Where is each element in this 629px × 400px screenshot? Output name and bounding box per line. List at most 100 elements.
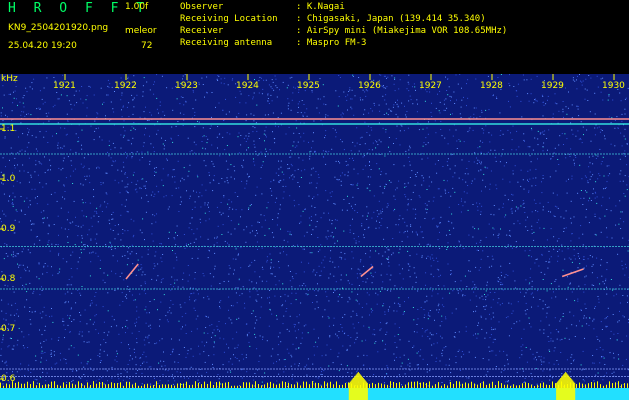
noise-speck bbox=[5, 360, 7, 362]
noise-speck bbox=[325, 236, 327, 238]
noise-speck bbox=[531, 185, 533, 187]
noise-speck bbox=[358, 285, 360, 286]
noise-speck bbox=[292, 92, 294, 94]
noise-speck bbox=[185, 243, 187, 245]
noise-speck bbox=[619, 158, 621, 160]
noise-speck bbox=[535, 185, 537, 186]
noise-speck bbox=[125, 199, 127, 201]
noise-speck bbox=[378, 139, 380, 141]
noise-speck bbox=[343, 113, 344, 115]
noise-speck bbox=[507, 199, 509, 201]
noise-speck bbox=[106, 172, 108, 174]
noise-speck bbox=[263, 79, 265, 81]
level-spike bbox=[549, 384, 550, 388]
noise-speck bbox=[26, 299, 28, 301]
noise-speck bbox=[173, 286, 175, 288]
noise-speck bbox=[466, 168, 468, 169]
noise-speck bbox=[386, 77, 387, 79]
noise-speck bbox=[624, 263, 626, 265]
noise-speck bbox=[132, 174, 134, 176]
noise-speck bbox=[64, 191, 66, 192]
noise-speck bbox=[153, 93, 155, 95]
noise-speck bbox=[299, 186, 300, 188]
noise-speck bbox=[519, 320, 521, 322]
noise-speck bbox=[554, 102, 556, 104]
noise-speck bbox=[411, 170, 413, 172]
noise-speck bbox=[356, 127, 358, 129]
noise-speck bbox=[440, 274, 441, 276]
noise-speck bbox=[66, 113, 68, 115]
noise-speck bbox=[254, 373, 256, 374]
noise-speck bbox=[45, 359, 47, 361]
noise-speck bbox=[611, 237, 613, 239]
noise-speck bbox=[235, 287, 237, 289]
noise-speck bbox=[367, 212, 369, 214]
noise-speck bbox=[196, 228, 198, 230]
noise-speck bbox=[449, 358, 450, 360]
noise-speck bbox=[490, 149, 492, 151]
noise-speck bbox=[524, 212, 526, 213]
noise-speck bbox=[65, 134, 67, 136]
noise-speck bbox=[525, 313, 527, 315]
noise-speck bbox=[204, 361, 206, 363]
noise-speck bbox=[440, 377, 442, 379]
noise-speck bbox=[381, 211, 383, 213]
noise-speck bbox=[122, 136, 124, 138]
noise-speck bbox=[511, 327, 512, 329]
noise-speck bbox=[287, 84, 289, 86]
noise-speck bbox=[47, 241, 49, 243]
noise-speck bbox=[535, 203, 537, 204]
noise-speck bbox=[541, 253, 543, 255]
noise-speck bbox=[600, 259, 602, 261]
noise-speck bbox=[288, 352, 290, 354]
noise-speck bbox=[93, 215, 95, 217]
noise-speck bbox=[41, 290, 43, 291]
noise-speck bbox=[537, 144, 539, 146]
noise-speck bbox=[220, 383, 222, 385]
noise-speck bbox=[254, 127, 256, 129]
noise-speck bbox=[168, 231, 170, 233]
noise-speck bbox=[488, 359, 490, 361]
noise-speck bbox=[19, 170, 21, 172]
noise-speck bbox=[92, 251, 94, 253]
noise-speck bbox=[364, 143, 366, 145]
noise-speck bbox=[341, 209, 343, 211]
noise-speck bbox=[619, 310, 620, 312]
noise-speck bbox=[596, 202, 598, 204]
noise-speck bbox=[155, 221, 157, 223]
noise-speck bbox=[133, 171, 135, 173]
noise-speck bbox=[50, 169, 51, 171]
noise-speck bbox=[187, 175, 189, 177]
noise-speck bbox=[283, 191, 285, 193]
level-spike bbox=[273, 383, 274, 388]
noise-speck bbox=[162, 185, 164, 187]
noise-speck bbox=[437, 285, 439, 286]
noise-speck bbox=[127, 251, 129, 253]
noise-speck bbox=[120, 239, 122, 241]
noise-speck bbox=[439, 101, 441, 103]
noise-speck bbox=[361, 316, 363, 318]
noise-speck bbox=[426, 300, 428, 302]
noise-speck bbox=[89, 252, 91, 254]
noise-speck bbox=[166, 159, 168, 161]
noise-speck bbox=[609, 338, 611, 340]
noise-speck bbox=[570, 356, 572, 358]
noise-speck bbox=[495, 354, 497, 356]
level-peak bbox=[567, 374, 569, 400]
noise-speck bbox=[178, 187, 180, 189]
noise-speck bbox=[228, 280, 230, 282]
noise-speck bbox=[95, 304, 97, 306]
noise-speck bbox=[12, 192, 14, 194]
noise-speck bbox=[126, 319, 128, 321]
noise-speck bbox=[476, 163, 478, 165]
noise-speck bbox=[442, 349, 444, 351]
noise-speck bbox=[236, 358, 238, 359]
noise-speck bbox=[508, 335, 510, 337]
noise-speck bbox=[34, 311, 36, 313]
noise-speck bbox=[597, 296, 599, 297]
noise-speck bbox=[401, 102, 403, 104]
noise-speck bbox=[99, 349, 101, 351]
noise-speck bbox=[525, 279, 527, 281]
noise-speck bbox=[127, 364, 129, 365]
noise-speck bbox=[386, 365, 388, 367]
